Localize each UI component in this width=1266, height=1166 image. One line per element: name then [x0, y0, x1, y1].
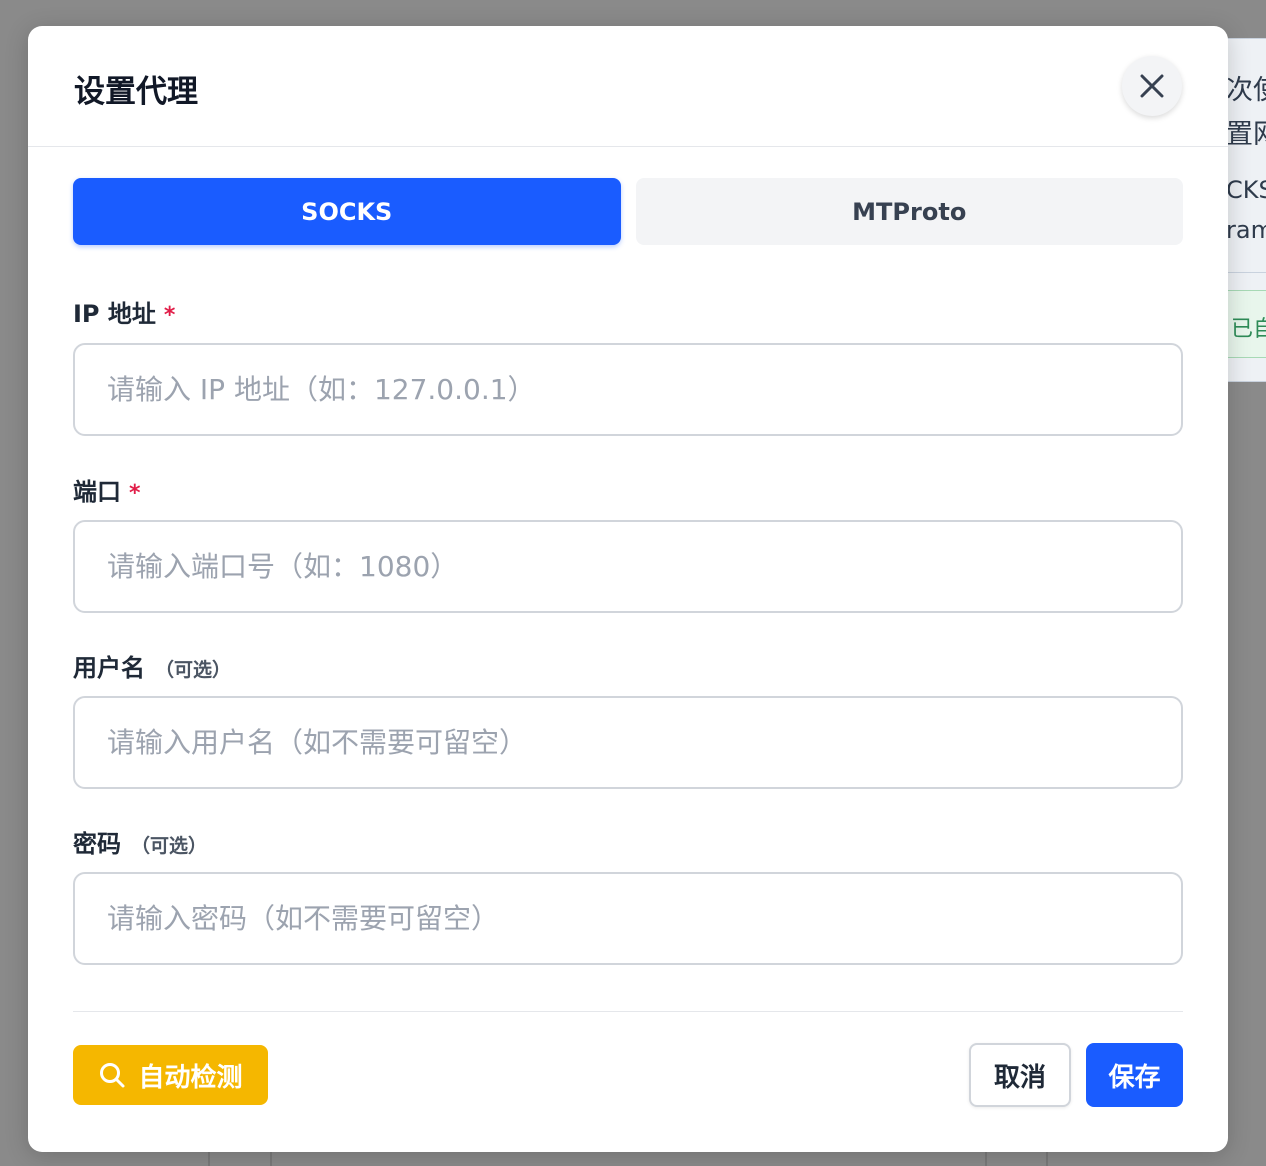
background-text: ram	[1226, 216, 1266, 244]
background-divider	[1046, 1150, 1048, 1166]
username-label-text: 用户名	[73, 654, 145, 682]
dialog-header: 设置代理	[28, 26, 1228, 147]
background-divider	[985, 1150, 987, 1166]
password-label-text: 密码	[73, 830, 121, 858]
auto-detect-button[interactable]: 自动检测	[73, 1045, 268, 1105]
save-button[interactable]: 保存	[1086, 1043, 1183, 1107]
ip-address-input[interactable]	[73, 343, 1183, 436]
ip-address-label-text: IP 地址	[73, 300, 156, 328]
proxy-settings-dialog: 设置代理 SOCKS MTProto IP 地址 * 端口 * 用户名 （可选）…	[28, 26, 1228, 1152]
background-divider	[1226, 272, 1266, 273]
ip-address-label: IP 地址 *	[73, 294, 175, 329]
close-button[interactable]	[1122, 56, 1182, 116]
port-label: 端口 *	[73, 472, 141, 507]
search-icon	[100, 1063, 125, 1088]
background-divider	[208, 1150, 210, 1166]
required-mark: *	[129, 481, 141, 506]
username-input[interactable]	[73, 696, 1183, 789]
optional-note: （可选）	[155, 659, 232, 681]
tab-socks[interactable]: SOCKS	[73, 178, 621, 245]
background-divider	[270, 1150, 272, 1166]
username-label: 用户名 （可选）	[73, 648, 231, 683]
tab-mtproto[interactable]: MTProto	[635, 178, 1183, 245]
password-label: 密码 （可选）	[73, 824, 207, 859]
port-input[interactable]	[73, 520, 1183, 613]
background-text: CKS	[1226, 176, 1266, 204]
background-text: 次使	[1226, 75, 1266, 106]
dialog-title: 设置代理	[74, 74, 198, 110]
background-text: 置网	[1226, 119, 1266, 150]
cancel-button[interactable]: 取消	[969, 1043, 1071, 1107]
password-input[interactable]	[73, 872, 1183, 965]
auto-detect-label: 自动检测	[138, 1062, 243, 1093]
footer-divider	[73, 1011, 1183, 1012]
optional-note: （可选）	[131, 835, 208, 857]
proxy-type-tabs: SOCKS MTProto	[73, 178, 1183, 245]
required-mark: *	[163, 303, 176, 328]
close-icon	[1140, 74, 1164, 98]
port-label-text: 端口	[73, 478, 121, 506]
